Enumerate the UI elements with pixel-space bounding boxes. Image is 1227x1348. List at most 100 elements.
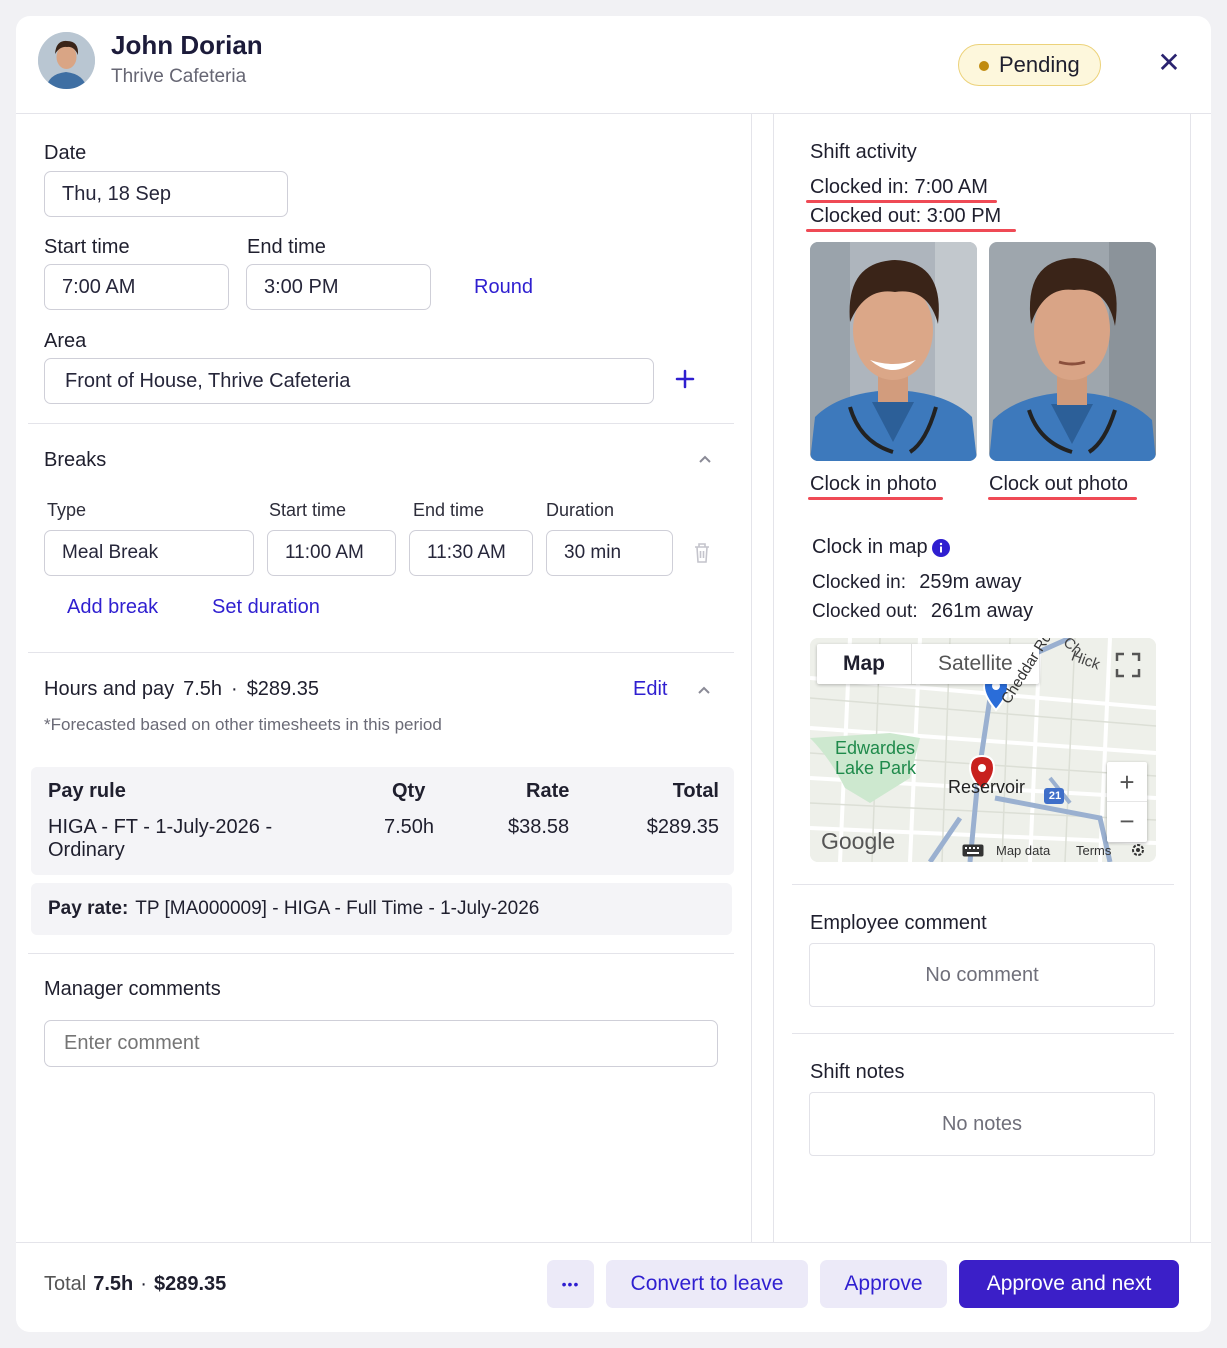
keyboard-icon[interactable] [962, 844, 984, 857]
delete-break-icon[interactable] [693, 542, 711, 564]
manager-comment-input[interactable] [44, 1020, 718, 1067]
pay-qty-cell: 7.50h [384, 816, 435, 838]
employee-comment-title: Employee comment [810, 912, 987, 934]
status-label: Pending [999, 52, 1080, 77]
edit-hours-button[interactable]: Edit [633, 678, 667, 701]
pay-rule-line1: HIGA - FT - 1-July-2026 - [48, 816, 273, 838]
clock-out-photo-label[interactable]: Clock out photo [989, 473, 1128, 496]
fullscreen-icon[interactable] [1115, 652, 1141, 678]
end-time-field[interactable]: 3:00 PM [246, 264, 431, 310]
map-park-line: Lake Park [835, 758, 917, 778]
date-value: Thu, 18 Sep [62, 182, 171, 205]
clock-in-photo-label[interactable]: Clock in photo [810, 473, 937, 496]
hours-separator: · [231, 678, 238, 700]
divider [28, 953, 734, 954]
map-route-label: 21 [1048, 790, 1062, 802]
clock-in-photo[interactable] [810, 242, 977, 461]
manager-comments-title: Manager comments [44, 978, 221, 1000]
breaks-col-end: End time [413, 500, 485, 520]
pay-rate-cell: $38.58 [508, 816, 570, 838]
map-settings-icon[interactable] [1131, 843, 1145, 857]
divider [792, 1033, 1174, 1034]
modal-footer: Total 7.5h · $289.35 ••• Convert to leav… [16, 1242, 1211, 1332]
add-break-button[interactable]: Add break [67, 596, 158, 619]
breaks-col-duration: Duration [546, 500, 615, 520]
add-area-icon[interactable] [674, 368, 696, 390]
map-type-tabs: Map Satellite [817, 644, 1039, 684]
map-clocked-in-label: Clocked in: [812, 572, 906, 593]
map-data-link[interactable]: Map data [996, 843, 1050, 858]
zoom-in-icon[interactable]: + [1107, 762, 1147, 802]
area-value: Front of House, Thrive Cafeteria [65, 369, 351, 392]
modal-header: John Dorian Thrive Cafeteria Pending ✕ [16, 16, 1211, 114]
map-clocked-out-row: Clocked out: 261m away [812, 600, 1033, 623]
footer-total-amount: $289.35 [153, 1273, 227, 1295]
divider [792, 884, 1174, 885]
avatar [38, 32, 95, 89]
start-time-field[interactable]: 7:00 AM [44, 264, 229, 310]
breaks-title: Breaks [44, 449, 107, 471]
zoom-out-icon[interactable]: − [1107, 802, 1147, 842]
pay-table-header-rate: Rate [526, 780, 570, 802]
date-field[interactable]: Thu, 18 Sep [44, 171, 288, 217]
convert-to-leave-button[interactable]: Convert to leave [606, 1260, 808, 1308]
hours-summary: Hours and pay 7.5h · $289.35 [44, 678, 319, 701]
clocked-in-time: Clocked in: 7:00 AM [810, 176, 988, 198]
employee-name: John Dorian [111, 30, 263, 60]
break-end-field[interactable]: 11:30 AM [409, 530, 533, 576]
map-terms-link[interactable]: Terms [1076, 843, 1111, 858]
map-clocked-in-row: Clocked in: 259m away [812, 571, 1022, 594]
collapse-hours-icon[interactable] [697, 683, 711, 697]
hours-value: 7.5h [183, 678, 223, 700]
map-clocked-out-distance: 261m away [930, 600, 1034, 622]
break-start-field[interactable]: 11:00 AM [267, 530, 396, 576]
area-field[interactable]: Front of House, Thrive Cafeteria [44, 358, 654, 404]
clock-in-map-heading: Clock in map [812, 536, 950, 559]
clock-out-photo[interactable] [989, 242, 1156, 461]
clock-in-map[interactable]: Map Satellite Hick Ch Cheddar Rd Edwarde… [810, 638, 1156, 862]
pay-rate-label: Pay rate: [48, 898, 129, 919]
pay-table-header-rule: Pay rule [48, 780, 126, 802]
map-suburb-label: Reservoir [948, 777, 1026, 797]
more-options-button[interactable]: ••• [547, 1260, 594, 1308]
footer-total-separator: · [140, 1273, 147, 1295]
map-clocked-in-distance: 259m away [919, 571, 1022, 593]
forecast-note: *Forecasted based on other timesheets in… [44, 715, 442, 734]
employee-comment-box: No comment [809, 943, 1155, 1007]
divider [28, 423, 734, 424]
highlight-underline [808, 497, 943, 500]
collapse-breaks-icon[interactable] [698, 452, 712, 466]
break-type-field[interactable]: Meal Break [44, 530, 254, 576]
pay-table-header-total: Total [672, 780, 719, 802]
close-icon[interactable]: ✕ [1154, 48, 1184, 78]
end-time-label: End time [247, 236, 326, 258]
footer-total-label: Total [44, 1273, 87, 1295]
timesheet-modal: John Dorian Thrive Cafeteria Pending ✕ D… [16, 16, 1211, 1332]
info-icon[interactable] [931, 538, 950, 557]
status-dot-icon [979, 61, 989, 71]
set-duration-button[interactable]: Set duration [212, 596, 320, 619]
status-badge: Pending [958, 44, 1101, 86]
right-panel: Shift activity Clocked in: 7:00 AM Clock… [773, 114, 1191, 1242]
clock-in-map-title: Clock in map [812, 536, 928, 558]
round-button[interactable]: Round [474, 276, 533, 299]
hours-title: Hours and pay [44, 678, 175, 700]
employee-location: Thrive Cafeteria [111, 66, 247, 87]
pay-rule-line2: Ordinary [48, 839, 125, 861]
highlight-underline [988, 497, 1137, 500]
pay-rate-row: Pay rate: TP [MA000009] - HIGA - Full Ti… [31, 883, 732, 935]
pay-table: Pay rule Qty Rate Total HIGA - FT - 1-Ju… [31, 767, 734, 875]
map-tab[interactable]: Map [817, 644, 911, 684]
employee-comment-value: No comment [925, 963, 1039, 986]
breaks-col-start: Start time [269, 500, 347, 520]
shift-notes-title: Shift notes [810, 1061, 905, 1083]
pay-total-cell: $289.35 [646, 816, 719, 838]
shift-notes-box: No notes [809, 1092, 1155, 1156]
approve-button[interactable]: Approve [820, 1260, 947, 1308]
break-duration-value: 30 min [564, 542, 622, 563]
break-start-value: 11:00 AM [285, 542, 364, 563]
break-duration-field[interactable]: 30 min [546, 530, 673, 576]
approve-and-next-button[interactable]: Approve and next [959, 1260, 1179, 1308]
start-time-value: 7:00 AM [62, 275, 136, 298]
break-type-value: Meal Break [62, 542, 159, 563]
